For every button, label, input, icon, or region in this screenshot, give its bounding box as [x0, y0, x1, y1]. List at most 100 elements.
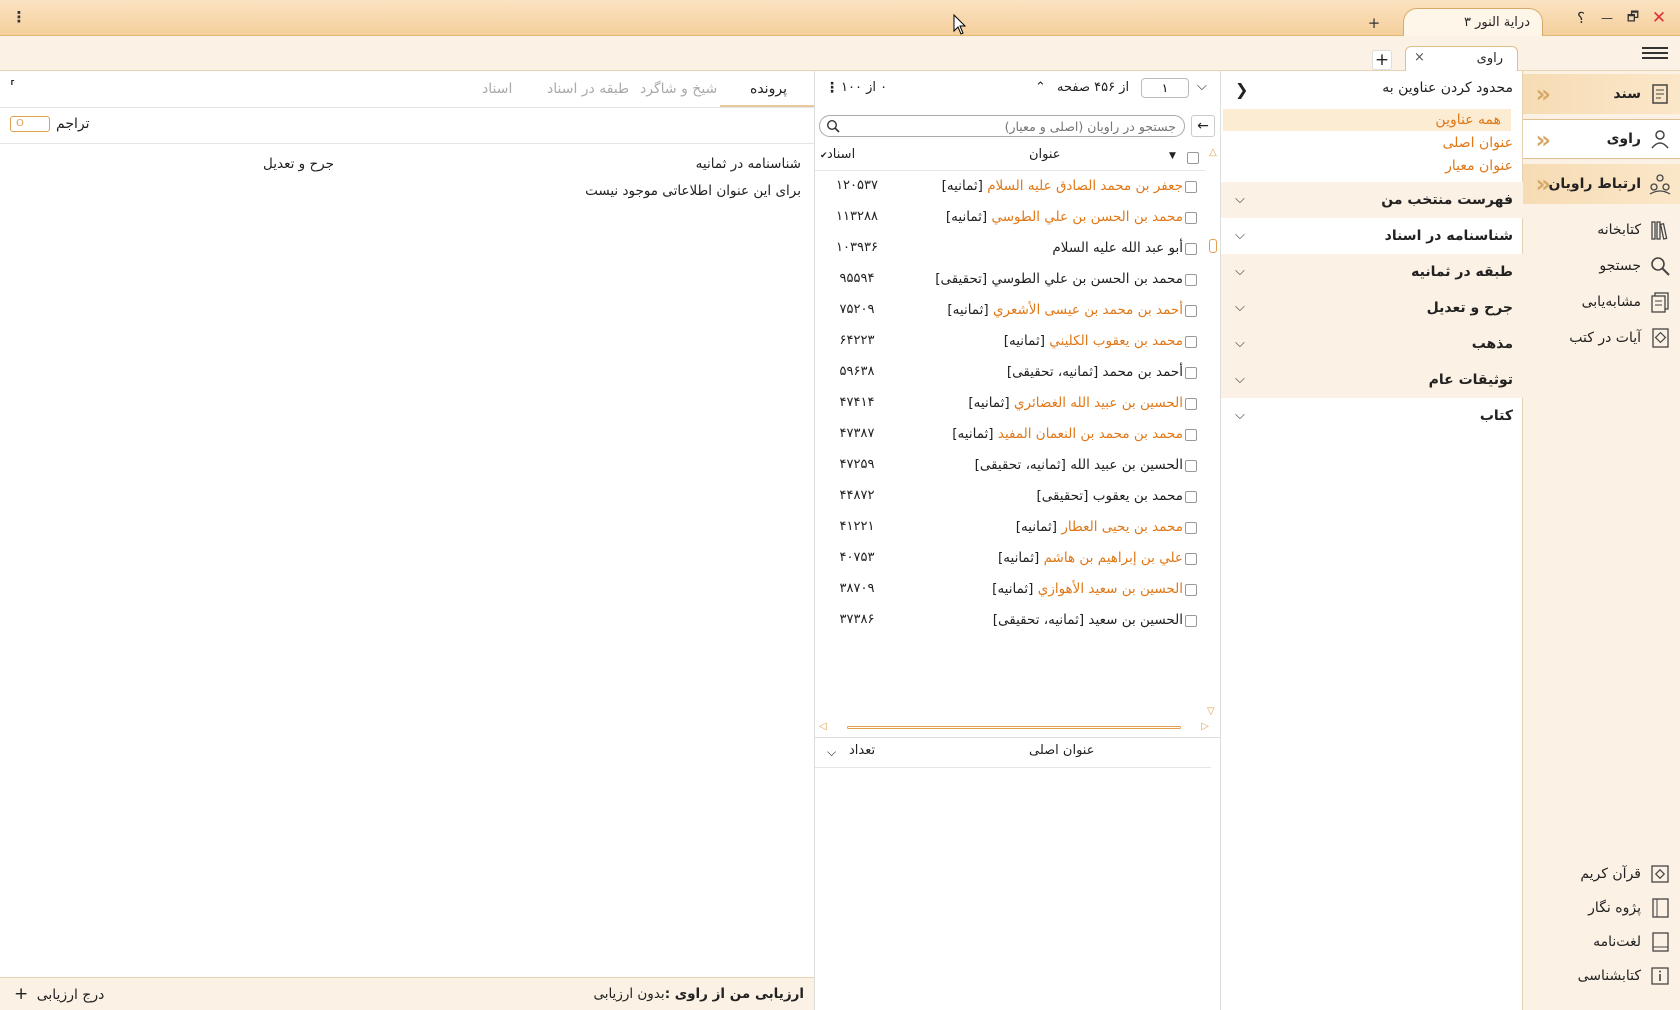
arrow-left-button[interactable]: ←: [1191, 115, 1215, 137]
list-item[interactable]: ۱۰۳۹۳۶ أبو عبد الله علیه السلام: [815, 233, 1205, 264]
vertical-scrollbar[interactable]: △ ▽: [1207, 147, 1219, 717]
tab-asnad[interactable]: اسناد: [482, 81, 512, 97]
item-checkbox[interactable]: [1185, 429, 1197, 441]
tab-parvande[interactable]: پرونده: [750, 81, 787, 97]
hamburger-menu-icon[interactable]: [1642, 44, 1668, 64]
nav-dictionary[interactable]: لغت‌نامه: [1523, 924, 1680, 960]
lower-col-count[interactable]: تعداد: [849, 743, 875, 758]
nav-quran[interactable]: قرآن کریم: [1523, 856, 1680, 892]
search-input[interactable]: [846, 117, 1176, 135]
new-window-tab-button[interactable]: +: [1363, 12, 1385, 34]
filter-section-identity[interactable]: شناسنامه در اسناد ⌵: [1221, 218, 1523, 254]
chevron-down-icon[interactable]: ⌵: [1197, 79, 1207, 94]
filter-section-my-list[interactable]: فهرست منتخب من ⌵: [1221, 182, 1523, 218]
col-header-title[interactable]: عنوان: [1029, 147, 1061, 162]
item-title: محمد بن الحسن بن علي الطوسي [تحقیقی]: [935, 271, 1183, 287]
sort-icon[interactable]: ✔: [820, 151, 828, 161]
horizontal-scrollbar[interactable]: ◁ ▷: [819, 721, 1209, 733]
item-checkbox[interactable]: [1185, 522, 1197, 534]
nav-similarity[interactable]: مشابه‌یابی: [1523, 284, 1680, 320]
nav-ravi[interactable]: راوی «: [1523, 119, 1680, 159]
filter-option-all[interactable]: همه عناوین: [1223, 109, 1511, 131]
list-item[interactable]: ۹۵۵۹۴ محمد بن الحسن بن علي الطوسي [تحقیقی…: [815, 264, 1205, 295]
list-item[interactable]: ۴۱۲۲۱ محمد بن یحیی العطار [ثمانیه]: [815, 512, 1205, 543]
filter-option-main[interactable]: عنوان اصلی: [1221, 132, 1523, 154]
lower-col-title[interactable]: عنوان اصلی: [1029, 743, 1094, 758]
tab-ravi[interactable]: راوی ×: [1405, 46, 1518, 71]
nav-ertebat-raviyan[interactable]: ارتباط راویان «: [1523, 164, 1680, 204]
item-checkbox[interactable]: [1185, 398, 1197, 410]
tab-ravi-label: راوی: [1476, 51, 1503, 66]
list-item[interactable]: ۴۷۳۸۷ محمد بن محمد بن النعمان المفید [ثما…: [815, 419, 1205, 450]
filter-section-tabaqa[interactable]: طبقه در ثمانیه ⌵: [1221, 254, 1523, 290]
list-item[interactable]: ۳۸۷۰۹ الحسین بن سعید الأهوازي [ثمانیه]: [815, 574, 1205, 605]
select-all-checkbox[interactable]: [1187, 152, 1199, 164]
item-checkbox[interactable]: [1185, 584, 1197, 596]
list-item[interactable]: ۷۵۲۰۹ أحمد بن محمد بن عیسی الأشعري [ثمانی…: [815, 295, 1205, 326]
chevron-down-icon[interactable]: ⌵: [827, 745, 836, 760]
filter-section-tawthiqat[interactable]: توثیقات عام ⌵: [1221, 362, 1523, 398]
close-button[interactable]: ✕: [1648, 7, 1670, 29]
search-box[interactable]: [819, 115, 1185, 137]
list-kebab-icon[interactable]: ⋮: [825, 80, 839, 96]
chevron-up-icon[interactable]: ⌃: [1035, 80, 1046, 95]
page-number-input[interactable]: [1141, 78, 1189, 98]
nav-verses-in-books[interactable]: آیات در کتب: [1523, 320, 1680, 356]
item-checkbox[interactable]: [1185, 243, 1197, 255]
item-checkbox[interactable]: [1185, 181, 1197, 193]
item-count: ۶۴۲۲۳: [839, 333, 875, 348]
filter-section-madhhab[interactable]: مذهب ⌵: [1221, 326, 1523, 362]
filter-header: محدود کردن عناوین به ❮: [1235, 80, 1513, 99]
help-button[interactable]: ؟: [1570, 7, 1592, 29]
item-checkbox[interactable]: [1185, 274, 1197, 286]
bookshelf-icon: [1647, 218, 1673, 242]
item-checkbox[interactable]: [1185, 615, 1197, 627]
nav-library[interactable]: کتابخانه: [1523, 212, 1680, 248]
filter-section-jarh[interactable]: جرح و تعدیل ⌵: [1221, 290, 1523, 326]
collapse-panel-icon[interactable]: ⸢: [10, 79, 15, 95]
list-item[interactable]: ۴۷۴۱۴ الحسین بن عبید الله الغضائري [ثمانی…: [815, 388, 1205, 419]
chevron-decor-icon: «: [1535, 126, 1551, 154]
info-book-icon: [1647, 964, 1673, 988]
item-main-title: محمد بن یعقوب: [1092, 488, 1183, 504]
filter-option-standard[interactable]: عنوان معیار: [1221, 155, 1523, 177]
nav-label: ارتباط راویان: [1548, 176, 1641, 192]
item-main-title: الحسین بن سعید: [1088, 612, 1183, 628]
item-checkbox[interactable]: [1185, 553, 1197, 565]
nav-sanad[interactable]: سند «: [1523, 74, 1680, 114]
tab-sheikh-shagerd[interactable]: شیخ و شاگرد: [640, 81, 717, 97]
minimize-button[interactable]: —: [1596, 7, 1618, 29]
app-tab[interactable]: درایة النور ۳: [1403, 8, 1543, 37]
notebook-icon: [1647, 896, 1673, 920]
sort-down-icon[interactable]: ▼: [1169, 151, 1176, 161]
list-item[interactable]: ۴۴۸۷۲ محمد بن یعقوب [تحقیقی]: [815, 481, 1205, 512]
item-checkbox[interactable]: [1185, 491, 1197, 503]
tarajem-toggle[interactable]: O: [10, 116, 50, 132]
chevron-left-icon[interactable]: ❮: [1235, 80, 1248, 99]
list-item[interactable]: ۳۷۳۸۶ الحسین بن سعید [ثمانیه، تحقیقی]: [815, 605, 1205, 636]
list-item[interactable]: ۱۱۳۲۸۸ محمد بن الحسن بن علي الطوسي [ثمانی…: [815, 202, 1205, 233]
list-item[interactable]: ۴۰۷۵۳ علي بن إبراهیم بن هاشم [ثمانیه]: [815, 543, 1205, 574]
filter-section-books[interactable]: کتاب ⌵: [1221, 398, 1523, 434]
list-item[interactable]: ۶۴۲۲۳ محمد بن یعقوب الکلیني [ثمانیه]: [815, 326, 1205, 357]
item-title: محمد بن الحسن بن علي الطوسي [ثمانیه]: [946, 209, 1183, 225]
tab-tabaqa-asnad[interactable]: طبقه در اسناد: [547, 81, 629, 97]
tab-close-icon[interactable]: ×: [1414, 50, 1425, 65]
add-evaluation-button[interactable]: درج ارزیابی +: [14, 984, 104, 1004]
col-header-count[interactable]: اسناد: [827, 147, 855, 162]
item-checkbox[interactable]: [1185, 367, 1197, 379]
kebab-menu-icon[interactable]: ⋮: [8, 6, 30, 28]
nav-search[interactable]: جستجو: [1523, 248, 1680, 284]
item-checkbox[interactable]: [1185, 460, 1197, 472]
nav-bibliography[interactable]: کتابشناسی: [1523, 958, 1680, 994]
item-checkbox[interactable]: [1185, 212, 1197, 224]
add-tab-button[interactable]: +: [1372, 50, 1392, 70]
item-tag: [ثمانیه]: [1003, 333, 1045, 349]
item-checkbox[interactable]: [1185, 336, 1197, 348]
item-checkbox[interactable]: [1185, 305, 1197, 317]
list-item[interactable]: ۱۲۰۵۳۷ جعفر بن محمد الصادق علیه السلام [ث…: [815, 171, 1205, 202]
list-item[interactable]: ۵۹۶۳۸ أحمد بن محمد [ثمانیه، تحقیقی]: [815, 357, 1205, 388]
nav-pajoohnegar[interactable]: پژوه نگار: [1523, 890, 1680, 926]
list-item[interactable]: ۴۷۲۵۹ الحسین بن عبید الله [ثمانیه، تحقیقی…: [815, 450, 1205, 481]
maximize-button[interactable]: 🗗: [1622, 7, 1644, 29]
